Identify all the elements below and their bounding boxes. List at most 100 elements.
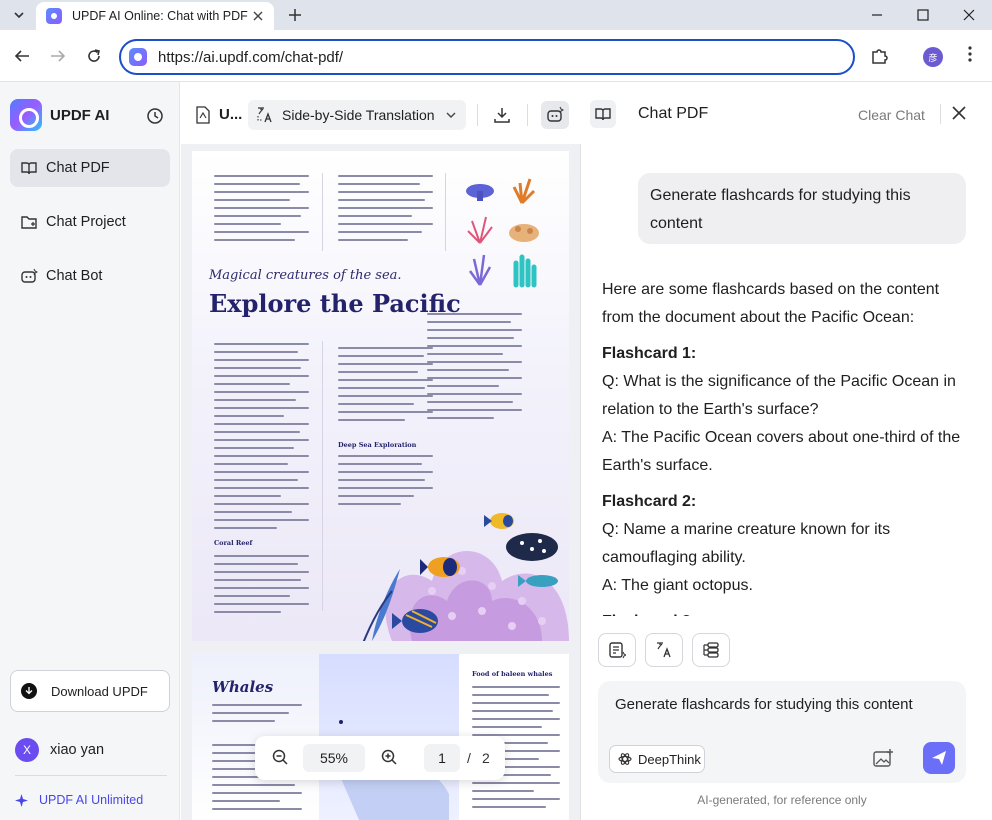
- browser-tab[interactable]: UPDF AI Online: Chat with PDF: [36, 2, 274, 30]
- avatar: X: [15, 738, 39, 762]
- text-block: [214, 175, 309, 247]
- history-button[interactable]: [146, 107, 164, 125]
- whales-title: Whales: [212, 678, 274, 696]
- zoom-in-icon: [381, 749, 397, 765]
- book-icon: [595, 108, 611, 121]
- chat-input[interactable]: Generate flashcards for studying this co…: [615, 696, 913, 713]
- zoom-toolbar: 55% 1 / 2: [255, 736, 505, 780]
- download-label: Download UPDF: [51, 683, 148, 699]
- column-rule: [322, 341, 323, 611]
- pdf-heading-coral-reef: Coral Reef: [214, 539, 253, 547]
- history-icon: [147, 108, 163, 124]
- deepthink-toggle[interactable]: DeepThink: [609, 745, 705, 773]
- column-rule: [322, 173, 323, 251]
- close-chat-button[interactable]: [952, 106, 968, 122]
- divider: [477, 104, 478, 126]
- tab-close-button[interactable]: [250, 8, 266, 24]
- brand-name: UPDF AI: [50, 106, 110, 124]
- bot-icon: [547, 106, 564, 122]
- download-button[interactable]: [493, 106, 511, 124]
- divider: [15, 775, 167, 776]
- file-name[interactable]: U...: [219, 106, 242, 123]
- chevron-down-icon: [14, 12, 24, 19]
- sidebar-item-chat-pdf[interactable]: Chat PDF: [10, 149, 170, 187]
- divider: [527, 104, 528, 126]
- back-button[interactable]: [10, 44, 34, 68]
- extensions-button[interactable]: [870, 46, 890, 66]
- browser-menu-button[interactable]: [960, 44, 980, 68]
- text-block: [212, 704, 302, 728]
- zoom-in-button[interactable]: [380, 748, 400, 768]
- image-upload-icon: [873, 749, 893, 767]
- zoom-out-icon: [272, 749, 288, 765]
- user-message: Generate flashcards for studying this co…: [638, 173, 966, 244]
- translation-mode-label: Side-by-Side Translation: [282, 107, 435, 123]
- viewer-toolbar: U... Side-by-Side Translation: [181, 82, 581, 144]
- summarize-button[interactable]: [598, 633, 636, 667]
- disclaimer: AI-generated, for reference only: [697, 793, 867, 807]
- chevron-down-icon: [446, 112, 456, 118]
- text-block: [427, 313, 522, 425]
- pdf-heading-food: Food of baleen whales: [472, 670, 553, 678]
- site-info-icon[interactable]: [129, 48, 147, 66]
- text-block: [338, 347, 433, 427]
- arrow-left-icon: [14, 50, 29, 62]
- translation-mode-select[interactable]: Side-by-Side Translation: [248, 100, 466, 130]
- download-circle-icon: [21, 683, 37, 699]
- flashcard-answer: A: The giant octopus.: [602, 577, 753, 594]
- coral-icon: [509, 224, 539, 242]
- fish-icon: [420, 557, 460, 577]
- tab-search-button[interactable]: [8, 4, 30, 26]
- brand[interactable]: UPDF AI: [10, 99, 109, 131]
- mindmap-button[interactable]: [692, 633, 730, 667]
- divider: [940, 104, 941, 124]
- send-icon: [932, 751, 946, 765]
- send-button[interactable]: [923, 742, 955, 774]
- text-block: [214, 343, 309, 535]
- flashcard-question: Q: Name a marine creature known for its …: [602, 521, 891, 566]
- url-text[interactable]: https://ai.updf.com/chat-pdf/: [158, 49, 343, 66]
- zoom-level[interactable]: 55%: [303, 744, 365, 772]
- reload-button[interactable]: [82, 44, 106, 68]
- fish-icon: [506, 533, 558, 561]
- more-vertical-icon: [968, 46, 972, 62]
- coral-illustrations: [466, 178, 539, 288]
- upload-image-button[interactable]: [872, 748, 894, 770]
- ai-assistant-button[interactable]: [541, 101, 569, 129]
- translate-icon: [657, 642, 671, 658]
- sidebar-item-chat-bot[interactable]: Chat Bot: [10, 257, 170, 295]
- pdf-title: Explore the Pacific: [209, 289, 461, 318]
- minimize-button[interactable]: [854, 0, 900, 30]
- address-bar[interactable]: https://ai.updf.com/chat-pdf/: [119, 39, 855, 75]
- arrow-right-icon: [51, 50, 66, 62]
- upgrade-link[interactable]: UPDF AI Unlimited: [15, 793, 143, 807]
- zoom-out-button[interactable]: [271, 748, 291, 768]
- pdf-page-1[interactable]: Magical creatures of the sea. Explore th…: [192, 151, 569, 641]
- upgrade-label: UPDF AI Unlimited: [39, 793, 144, 807]
- sparkle-icon: [15, 793, 28, 807]
- profile-avatar[interactable]: 彦: [923, 47, 943, 67]
- new-tab-button[interactable]: [284, 4, 306, 26]
- window-close-button[interactable]: [946, 0, 992, 30]
- clear-chat-button[interactable]: Clear Chat: [858, 107, 925, 123]
- sidebar-item-chat-project[interactable]: Chat Project: [10, 203, 170, 241]
- pdf-subtitle: Magical creatures of the sea.: [209, 268, 402, 283]
- translate-button[interactable]: [645, 633, 683, 667]
- coral-icon: [468, 254, 492, 286]
- chat-composer[interactable]: Generate flashcards for studying this co…: [598, 681, 966, 783]
- sidebar-item-label: Chat PDF: [46, 160, 110, 176]
- download-icon: [494, 108, 510, 123]
- download-updf-button[interactable]: Download UPDF: [10, 670, 170, 712]
- user-profile[interactable]: X xiao yan: [15, 738, 104, 762]
- toggle-reader-button[interactable]: [590, 100, 616, 128]
- forward-button[interactable]: [46, 44, 70, 68]
- book-icon: [21, 162, 37, 175]
- chat-panel: Chat PDF Clear Chat Generate flashcards …: [582, 82, 992, 820]
- column-rule: [445, 173, 446, 251]
- flashcard-heading: Flashcard 2:: [602, 493, 697, 510]
- maximize-button[interactable]: [900, 0, 946, 30]
- updf-favicon-icon: [46, 8, 62, 24]
- page-number-input[interactable]: 1: [424, 744, 460, 772]
- browser-tabstrip: UPDF AI Online: Chat with PDF: [0, 0, 992, 30]
- pdf-heading-deep-sea: Deep Sea Exploration: [338, 441, 417, 449]
